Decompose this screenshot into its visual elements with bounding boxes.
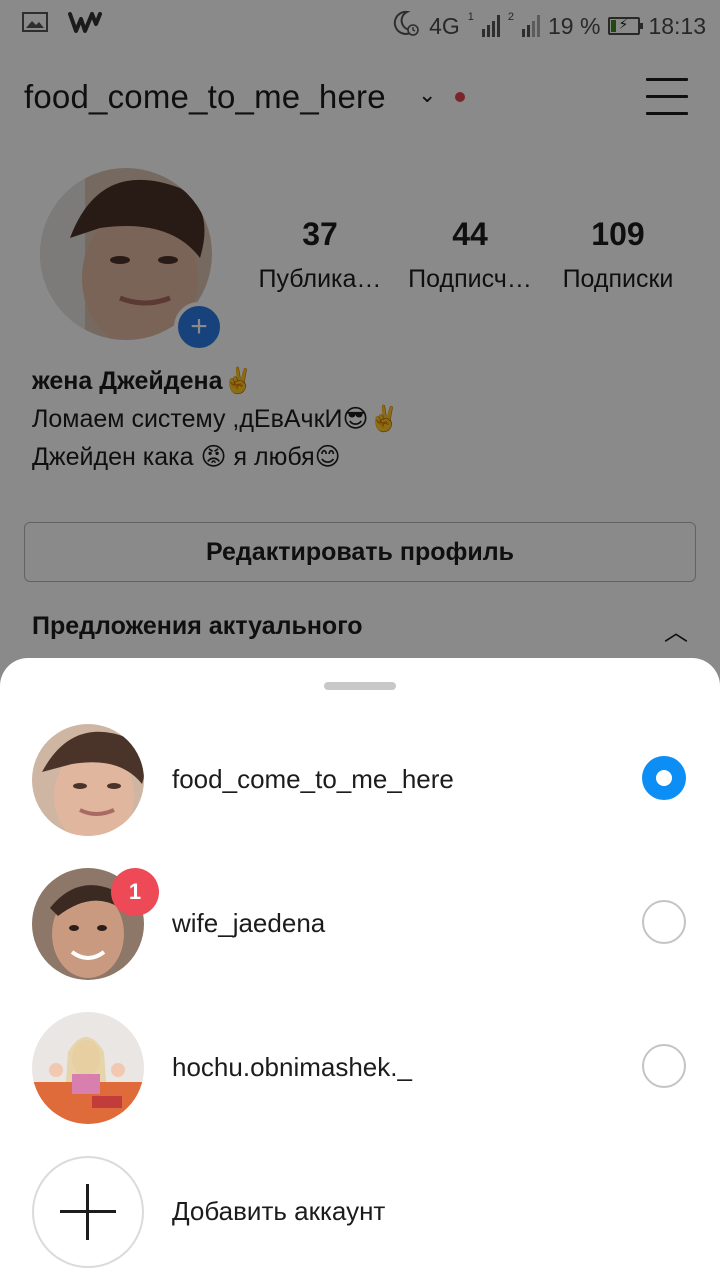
- avatar: [32, 724, 144, 836]
- account-row-wife_jaedena[interactable]: 1 wife_jaedena: [0, 864, 720, 984]
- plus-icon: [32, 1156, 144, 1268]
- account-row-hochu.obnimashek._[interactable]: hochu.obnimashek._: [0, 1008, 720, 1128]
- account-switcher-sheet: food_come_to_me_here 1 wife_jaedena hoch…: [0, 658, 720, 1280]
- account-select-radio[interactable]: [642, 900, 686, 944]
- add-account-label: Добавить аккаунт: [172, 1196, 386, 1226]
- account-username: hochu.obnimashek._: [172, 1052, 412, 1082]
- account-username: food_come_to_me_here: [172, 764, 454, 794]
- notification-count-badge: 1: [111, 868, 159, 916]
- sheet-drag-handle[interactable]: [324, 682, 396, 690]
- account-selected-radio[interactable]: [642, 756, 686, 800]
- avatar: [32, 1012, 144, 1124]
- account-select-radio[interactable]: [642, 1044, 686, 1088]
- add-account-row[interactable]: Добавить аккаунт: [0, 1152, 720, 1272]
- account-row-food_come_to_me_here[interactable]: food_come_to_me_here: [0, 720, 720, 840]
- account-username: wife_jaedena: [172, 908, 326, 938]
